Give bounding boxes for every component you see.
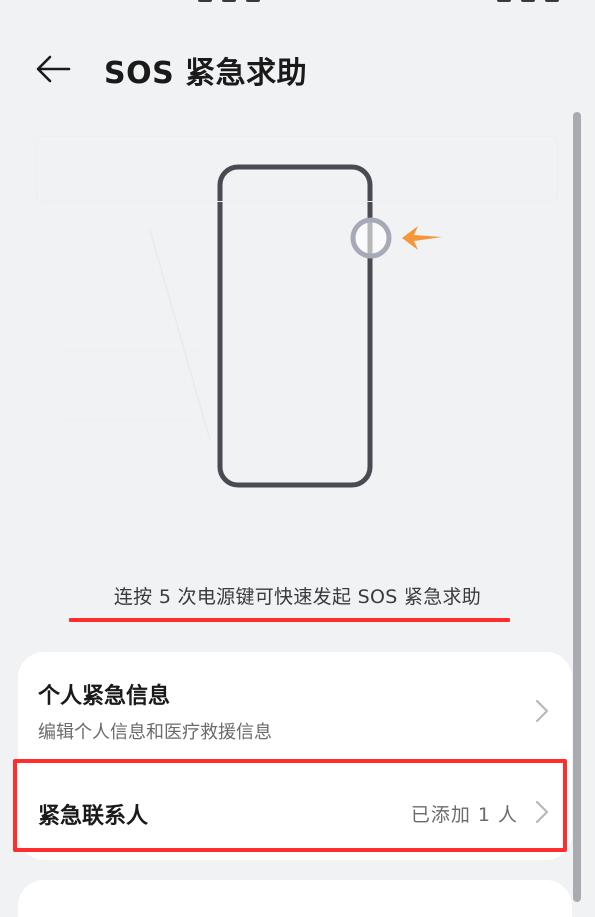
back-button[interactable] <box>30 46 76 92</box>
illustration-ghost-panel <box>36 136 558 202</box>
emergency-contacts-title: 紧急联系人 <box>38 804 149 829</box>
wifi-icon <box>246 0 260 2</box>
bluetooth-icon <box>497 0 511 2</box>
scrollbar[interactable] <box>573 112 581 902</box>
arrow-left-icon <box>36 55 71 83</box>
status-icons-left <box>198 0 260 2</box>
personal-info-subtitle: 编辑个人信息和医疗救援信息 <box>38 722 272 743</box>
header: SOS 紧急求助 <box>0 30 595 106</box>
settings-card: 个人紧急信息 编辑个人信息和医疗救援信息 紧急联系人 已添加 1 人 <box>18 652 572 860</box>
chevron-right-icon <box>535 699 549 723</box>
settings-card-next[interactable] <box>18 880 572 917</box>
sim-icon <box>198 0 212 2</box>
sos-settings-screen: SOS 紧急求助 连按 5 次电源键可快速发起 SOS 紧急求助 个人紧急信息 … <box>0 0 595 917</box>
orange-arrow-icon <box>402 226 442 250</box>
signal-icon <box>222 0 236 2</box>
personal-info-title: 个人紧急信息 <box>38 684 171 709</box>
power-button-ring <box>350 217 392 259</box>
alarm-icon <box>521 0 535 2</box>
caption-highlight-underline <box>69 618 510 622</box>
phone-outline <box>217 164 373 488</box>
emergency-contacts-count: 已添加 1 人 <box>410 804 518 826</box>
status-icons-right <box>497 0 559 2</box>
emergency-contacts-item[interactable]: 紧急联系人 已添加 1 人 <box>18 764 572 860</box>
personal-emergency-info-item[interactable]: 个人紧急信息 编辑个人信息和医疗救援信息 <box>18 652 572 764</box>
chevron-right-icon <box>535 800 549 824</box>
page-title: SOS 紧急求助 <box>104 56 308 91</box>
sos-illustration <box>0 120 595 560</box>
status-bar <box>0 0 595 10</box>
sos-instruction-text: 连按 5 次电源键可快速发起 SOS 紧急求助 <box>113 586 482 608</box>
battery-icon <box>545 0 559 2</box>
